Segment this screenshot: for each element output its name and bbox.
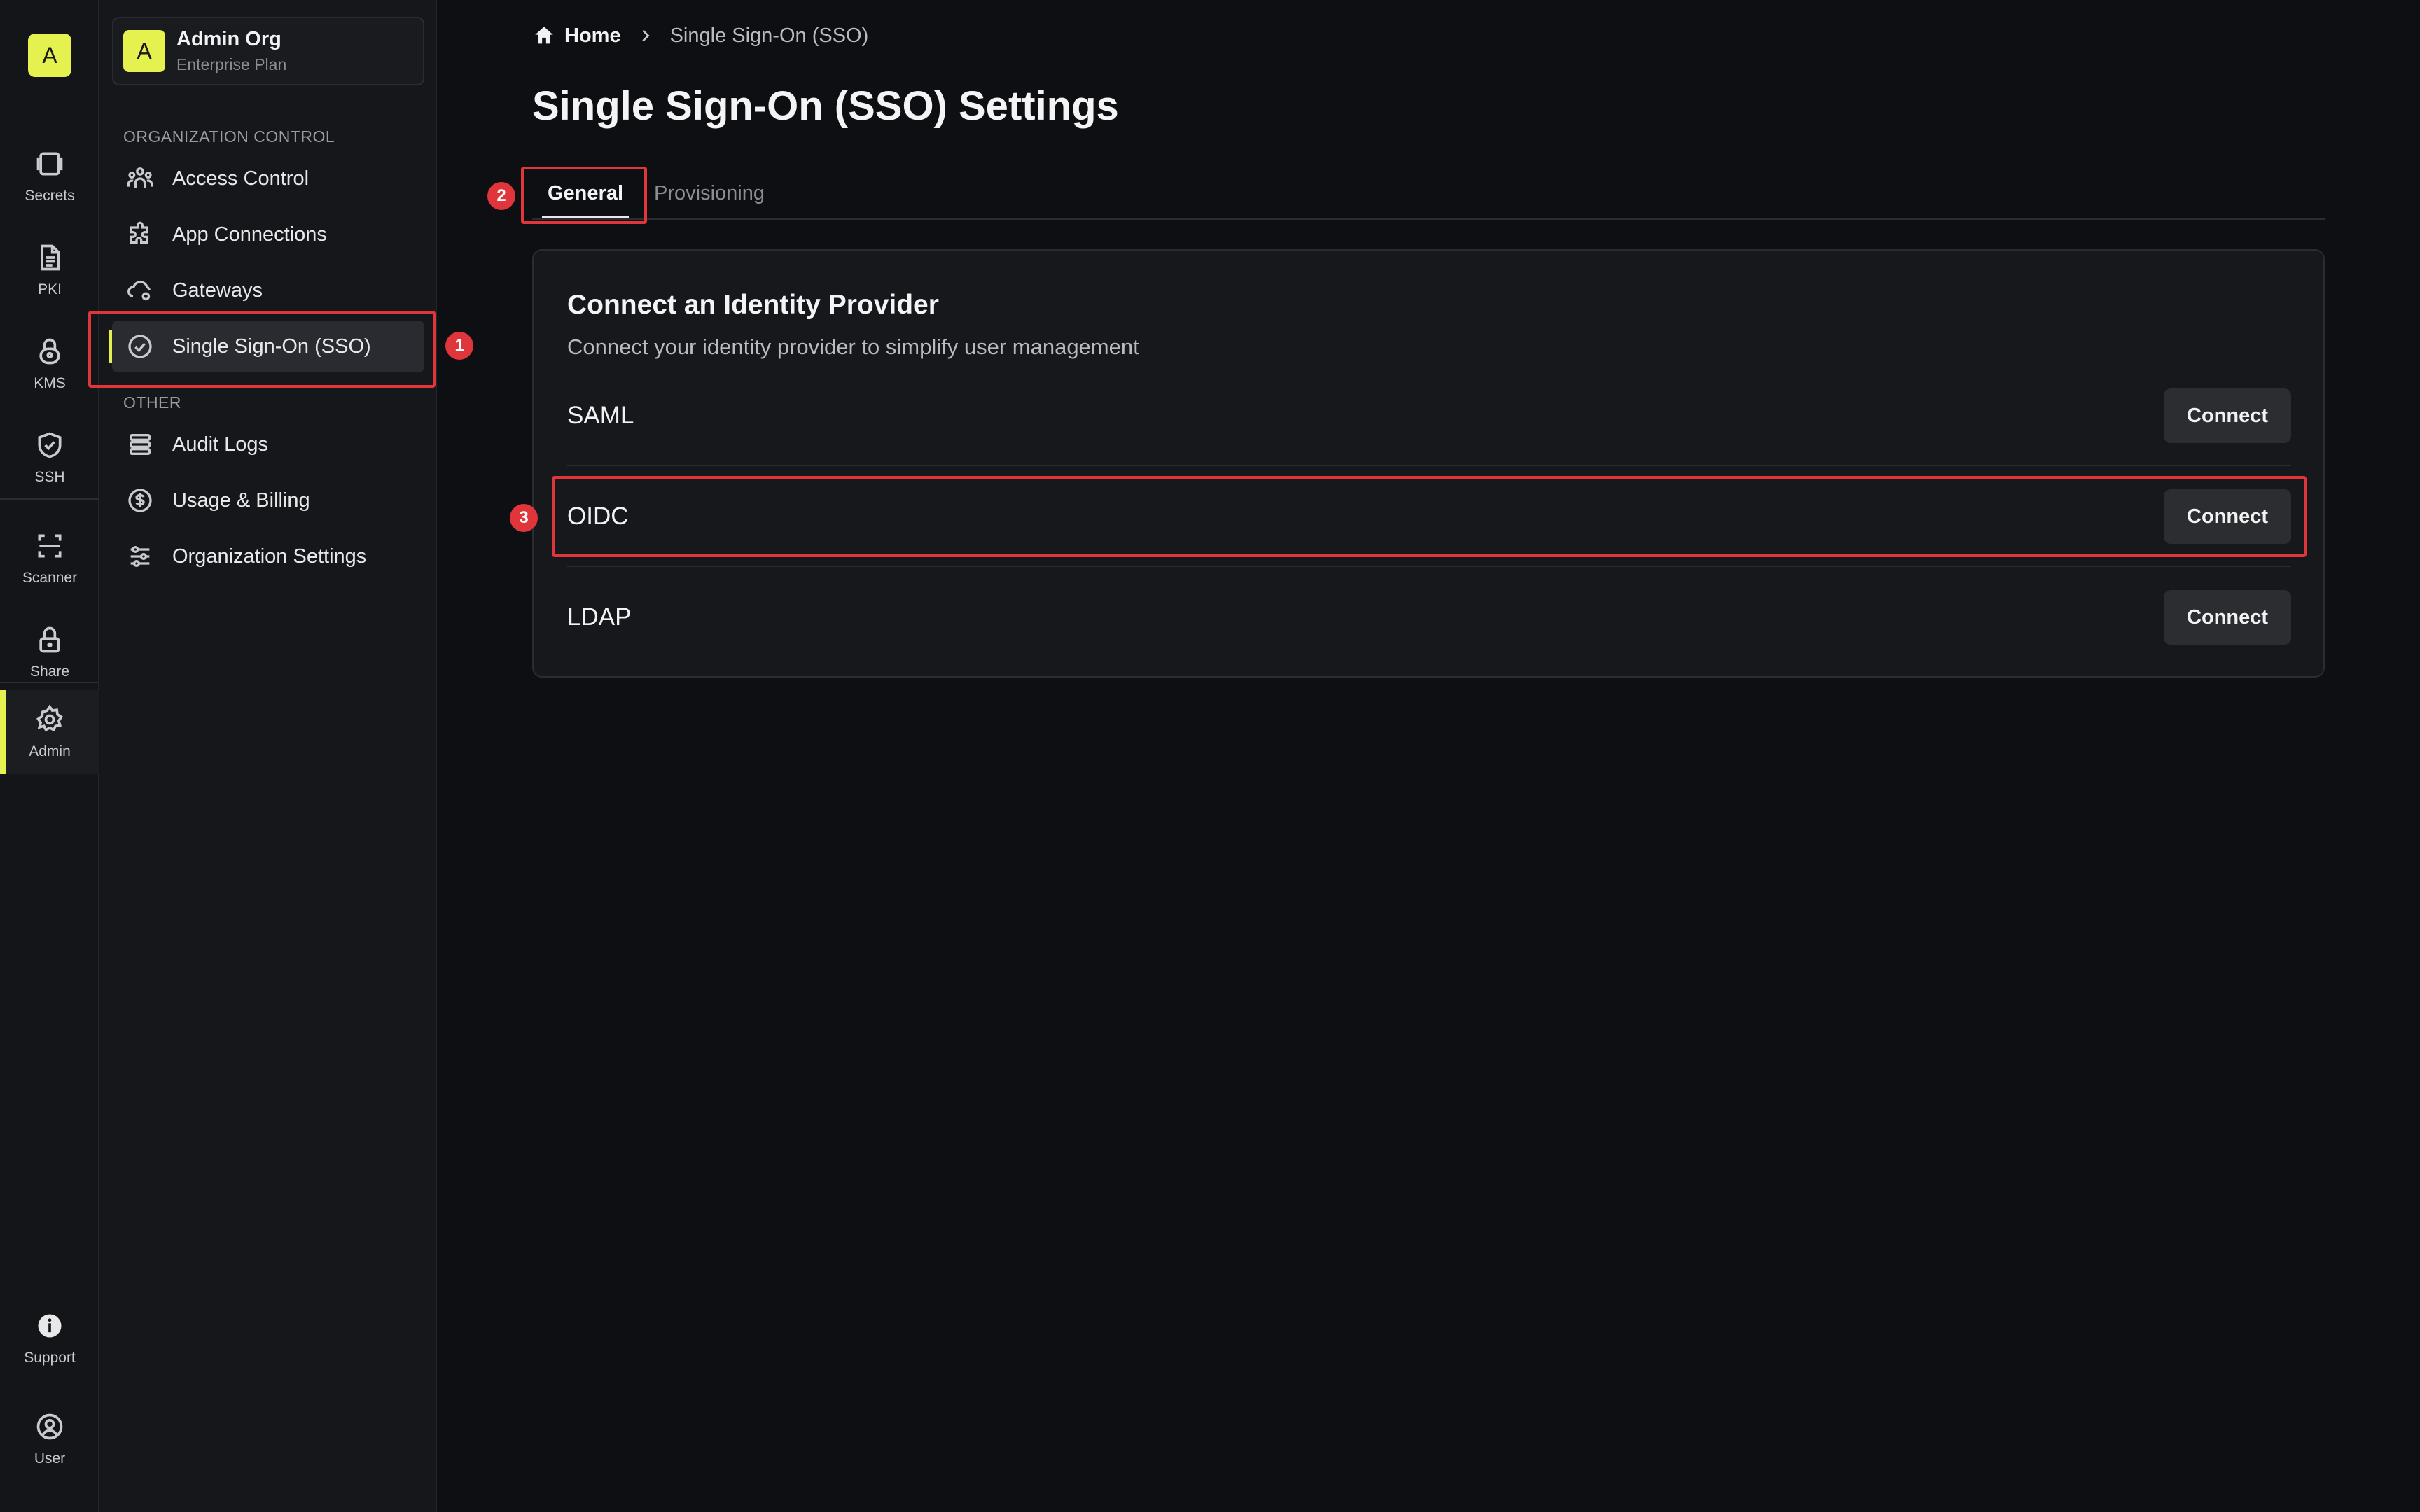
rail-item-ssh[interactable]: SSH xyxy=(0,416,99,500)
identity-provider-card: Connect an Identity Provider Connect you… xyxy=(532,249,2325,678)
lock-key-icon xyxy=(39,338,60,365)
sidebar-item-audit-logs[interactable]: Audit Logs xyxy=(112,419,424,470)
rail-item-user[interactable]: User xyxy=(0,1397,99,1481)
step-badge: 2 xyxy=(487,182,515,210)
connect-saml-button[interactable]: Connect xyxy=(2164,388,2291,443)
document-icon xyxy=(41,244,60,271)
sidebar-item-label: Single Sign-On (SSO) xyxy=(172,335,371,358)
sidebar-item-label: Usage & Billing xyxy=(172,489,310,512)
lock-icon xyxy=(39,626,60,653)
provider-row-ldap: LDAP Connect xyxy=(567,582,2291,652)
rail-item-label: Scanner xyxy=(22,570,78,586)
home-icon xyxy=(535,27,553,44)
chevron-right-icon xyxy=(641,29,650,42)
rail-item-label: Share xyxy=(29,664,70,680)
tab-provisioning[interactable]: Provisioning xyxy=(654,168,765,218)
users-icon xyxy=(127,167,153,188)
sidebar-item-label: Audit Logs xyxy=(172,433,269,456)
rail-item-label: User xyxy=(34,1450,66,1466)
list-icon xyxy=(130,434,151,455)
sidebar-item-usage-billing[interactable]: Usage & Billing xyxy=(112,475,424,526)
row-divider xyxy=(567,566,2291,567)
dollar-icon xyxy=(128,489,152,512)
rail-item-label: Secrets xyxy=(25,188,75,204)
org-name: Admin Org xyxy=(176,28,281,50)
sidebar-item-app-connections[interactable]: App Connections xyxy=(112,209,424,260)
breadcrumb: Home Single Sign-On (SSO) xyxy=(532,24,868,48)
rail-item-admin[interactable]: Admin xyxy=(0,690,99,774)
sidebar: A Admin Org Enterprise Plan ORGANIZATION… xyxy=(99,0,437,1512)
provider-row-oidc: OIDC Connect xyxy=(567,482,2291,552)
rail-divider xyxy=(0,682,99,683)
rail-item-label: Admin xyxy=(29,743,71,760)
check-circle-icon xyxy=(128,335,152,358)
rail-item-pki[interactable]: PKI xyxy=(0,228,99,312)
info-icon xyxy=(38,1314,62,1338)
breadcrumb-home-label: Home xyxy=(564,24,621,47)
provider-row-saml: SAML Connect xyxy=(567,381,2291,451)
provider-name: LDAP xyxy=(567,603,632,631)
page-title: Single Sign-On (SSO) Settings xyxy=(532,83,1119,129)
tab-bar: General Provisioning xyxy=(532,168,2325,220)
user-circle-icon xyxy=(36,1413,63,1440)
sidebar-item-label: Organization Settings xyxy=(172,545,367,568)
gear-icon xyxy=(36,704,64,732)
sliders-icon xyxy=(130,546,150,567)
cloud-gear-icon xyxy=(127,281,151,301)
card-title: Connect an Identity Provider xyxy=(567,290,939,320)
rail-divider xyxy=(0,498,99,500)
sidebar-item-label: App Connections xyxy=(172,223,327,246)
provider-name: SAML xyxy=(567,402,634,429)
provider-name: OIDC xyxy=(567,503,629,530)
rail-item-scanner[interactable]: Scanner xyxy=(0,517,99,601)
rail-item-label: Support xyxy=(24,1350,76,1366)
puzzle-icon xyxy=(130,221,148,244)
section-heading-organization-control: ORGANIZATION CONTROL xyxy=(123,127,335,146)
breadcrumb-home[interactable]: Home xyxy=(532,24,621,48)
sidebar-item-sso[interactable]: Single Sign-On (SSO) xyxy=(109,321,424,372)
vault-icon xyxy=(36,152,63,176)
sidebar-item-organization-settings[interactable]: Organization Settings xyxy=(112,531,424,582)
rail-item-support[interactable]: Support xyxy=(0,1296,99,1380)
shield-check-icon xyxy=(38,432,62,458)
org-avatar[interactable]: A xyxy=(28,34,71,77)
rail-item-label: SSH xyxy=(34,469,65,485)
sidebar-item-access-control[interactable]: Access Control xyxy=(112,153,424,204)
section-heading-other: OTHER xyxy=(123,393,181,412)
tab-general[interactable]: General xyxy=(542,168,629,218)
connect-oidc-button[interactable]: Connect xyxy=(2164,489,2291,544)
org-avatar: A xyxy=(123,30,165,72)
sidebar-item-label: Gateways xyxy=(172,279,263,302)
icon-rail: A Secrets PKI KMS SSH Scanner Share Admi… xyxy=(0,0,99,1512)
sidebar-item-gateways[interactable]: Gateways xyxy=(112,265,424,316)
org-switcher[interactable]: A Admin Org Enterprise Plan xyxy=(112,17,424,85)
step-badge: 1 xyxy=(445,332,473,360)
step-badge: 3 xyxy=(510,504,538,532)
rail-item-kms[interactable]: KMS xyxy=(0,322,99,406)
row-divider xyxy=(567,465,2291,466)
connect-ldap-button[interactable]: Connect xyxy=(2164,590,2291,645)
card-subtitle: Connect your identity provider to simpli… xyxy=(567,335,1139,359)
sidebar-item-label: Access Control xyxy=(172,167,310,190)
org-plan: Enterprise Plan xyxy=(176,55,287,74)
scan-icon xyxy=(38,534,62,558)
rail-item-label: PKI xyxy=(38,281,62,298)
breadcrumb-current: Single Sign-On (SSO) xyxy=(669,24,869,47)
rail-item-label: KMS xyxy=(34,375,66,391)
rail-item-secrets[interactable]: Secrets xyxy=(0,134,99,218)
